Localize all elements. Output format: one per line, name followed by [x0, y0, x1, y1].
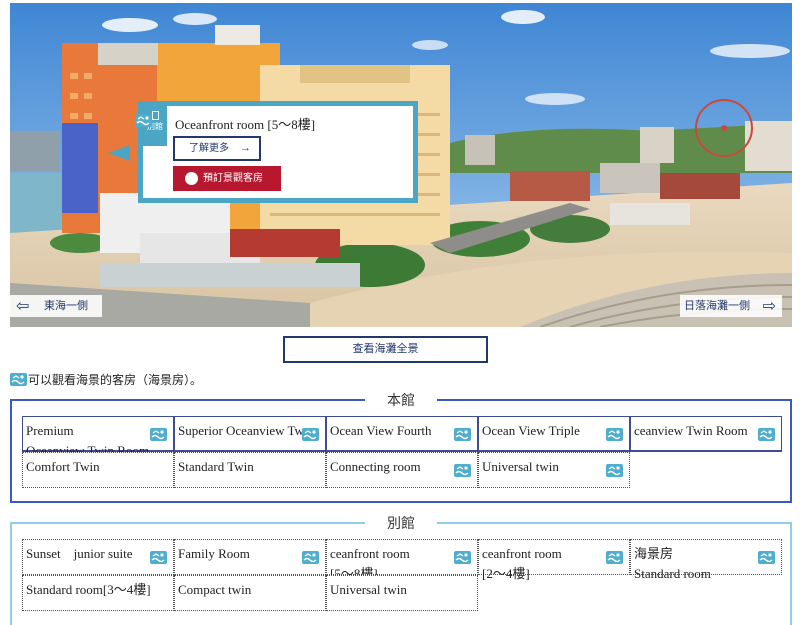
section-title: 別館 [365, 513, 437, 533]
room-item[interactable]: Comfort Twin [22, 452, 174, 488]
room-item[interactable]: Standard room[3～4樓] [22, 575, 174, 611]
arrow-left-icon: ⇦ [16, 298, 30, 315]
room-name: Compact twin [178, 582, 252, 597]
sea-view-icon [454, 464, 471, 477]
sea-view-icon [606, 428, 623, 441]
sea-view-icon [606, 551, 623, 564]
nav-east-side-button[interactable]: ⇦ 東海一側 [10, 295, 102, 317]
room-name: ceanfront room [330, 546, 410, 561]
nav-sunset-beach-label: 日落海灘一側 [684, 300, 750, 312]
room-name: ceanview Twin Room [634, 423, 748, 438]
room-item[interactable]: Family Room [174, 539, 326, 575]
room-item[interactable]: Universal twin [478, 452, 630, 488]
room-item[interactable]: Connecting room [326, 452, 478, 488]
calendar-icon [185, 172, 198, 185]
main-building-section: 本館 Premium Oceanview Twin Room Superior Oc… [10, 390, 792, 503]
room-name: Comfort Twin [26, 459, 100, 474]
room-name: Ocean View Fourth [330, 423, 432, 438]
room-name-secondary: [2～4樓] [482, 566, 530, 581]
room-name: Connecting room [330, 459, 421, 474]
room-item[interactable]: 海景房 Standard room [630, 539, 782, 581]
room-item[interactable]: ceanview Twin Room [630, 416, 782, 452]
room-item[interactable]: Sunset junior suite [22, 539, 174, 575]
popup-room-title: Oceanfront room [5～8樓] [175, 117, 316, 132]
sea-view-icon [150, 428, 167, 441]
room-name: Standard room[3～4樓] [26, 582, 151, 597]
learn-more-label: 了解更多 [189, 143, 229, 154]
sea-view-icon [606, 464, 623, 477]
sea-view-icon [758, 428, 775, 441]
room-item[interactable]: Ocean View Triple [478, 416, 630, 452]
arrow-right-icon: → [240, 142, 251, 154]
room-item[interactable]: ceanfront room [2～4樓] [478, 539, 630, 581]
room-item[interactable]: Standard Twin [174, 452, 326, 488]
room-item[interactable]: ceanfront room [5～8樓] [326, 539, 478, 581]
sea-view-icon [302, 551, 319, 564]
sea-view-icon [758, 551, 775, 564]
room-name: Family Room [178, 546, 250, 561]
nav-east-side-label: 東海一側 [44, 300, 88, 312]
annex-section: 別館 Sunset junior suite Family Room ceanfro… [10, 513, 792, 625]
room-name: Premium [26, 423, 74, 438]
book-view-room-button[interactable]: 預訂景觀客房 [173, 166, 281, 191]
sea-view-icon [10, 373, 27, 386]
sea-view-legend: 可以觀看海景的客房（海景房）。 [10, 373, 202, 387]
room-item[interactable]: Premium Oceanview Twin Room [22, 416, 174, 458]
arrow-right-icon: ⇨ [762, 298, 776, 315]
sea-view-icon [454, 551, 471, 564]
sea-view-icon [302, 428, 319, 441]
room-item[interactable]: Superior Oceanview Tw [174, 416, 326, 452]
room-info-popup: 別館 Oceanfront room [5～8樓] 了解更多 → 預訂景觀客房 [135, 101, 418, 203]
legend-text: 可以觀看海景的客房（海景房）。 [28, 373, 203, 387]
room-name-secondary: Standard room [634, 566, 711, 581]
room-name: Ocean View Triple [482, 423, 580, 438]
room-item[interactable]: Universal twin [326, 575, 478, 611]
room-item[interactable]: Ocean View Fourth [326, 416, 478, 452]
room-name: Sunset junior suite [26, 546, 133, 561]
popup-body: 別館 Oceanfront room [5～8樓] 了解更多 → 預訂景觀客房 [135, 106, 413, 198]
learn-more-button[interactable]: 了解更多 → [173, 136, 261, 161]
hotel-hero-image: 別館 Oceanfront room [5～8樓] 了解更多 → 預訂景觀客房 [10, 3, 792, 327]
room-item[interactable]: Compact twin [174, 575, 326, 611]
nav-sunset-beach-button[interactable]: 日落海灘一側 ⇨ [680, 295, 782, 317]
room-name: ceanfront room [482, 546, 562, 561]
section-title: 本館 [365, 390, 437, 410]
room-name: Universal twin [330, 582, 407, 597]
room-name: Standard Twin [178, 459, 254, 474]
book-view-room-label: 預訂景觀客房 [203, 173, 263, 184]
room-name: 海景房 [634, 546, 674, 561]
sea-view-icon [150, 551, 167, 564]
room-name: Superior Oceanview Tw [178, 423, 304, 438]
building-icon [151, 111, 159, 120]
sea-view-icon [454, 428, 471, 441]
view-beach-panorama-button[interactable]: 查看海灘全景 [283, 336, 488, 363]
popup-pointer [108, 145, 130, 161]
sea-view-icon [135, 114, 152, 127]
room-name: Universal twin [482, 459, 559, 474]
